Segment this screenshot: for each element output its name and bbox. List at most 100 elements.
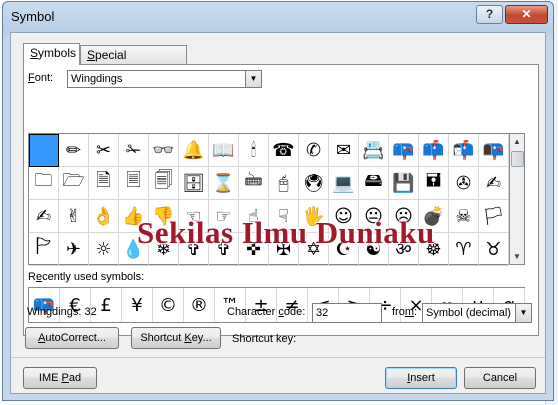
symbol-cell[interactable]: 🔔 — [179, 134, 209, 167]
symbol-cell[interactable]: 📬 — [449, 134, 479, 167]
symbol-cell[interactable]: ☝ — [239, 200, 269, 233]
tab-symbols[interactable]: Symbols — [23, 43, 80, 65]
symbol-cell[interactable]: ☼ — [89, 233, 119, 266]
symbol-cell[interactable]: ✏ — [59, 134, 89, 167]
symbol-cell[interactable]: 🕯 — [239, 134, 269, 167]
symbol-cell[interactable]: ✉ — [329, 134, 359, 167]
symbol-cell[interactable]: 🗎 — [89, 167, 119, 200]
tab-label: ymbols — [38, 46, 77, 60]
symbol-cell[interactable]: 🗄 — [179, 167, 209, 200]
font-label: Font: — [28, 72, 54, 84]
autocorrect-button[interactable]: AutoCorrect... — [25, 327, 119, 349]
symbol-cell[interactable]: ✇ — [449, 167, 479, 200]
symbol-cell[interactable]: 😐 — [359, 200, 389, 233]
symbol-cell[interactable]: ✞ — [209, 233, 239, 266]
scroll-thumb[interactable] — [511, 151, 524, 167]
symbol-cell[interactable]: 📪 — [389, 134, 419, 167]
symbol-cell[interactable]: 👎 — [149, 200, 179, 233]
from-combobox[interactable]: Symbol (decimal) ▼ — [422, 303, 532, 323]
symbol-cell[interactable]: 🗏 — [119, 167, 149, 200]
symbol-cell[interactable]: ☜ — [179, 200, 209, 233]
symbol-cell[interactable]: ☞ — [209, 200, 239, 233]
title-bar[interactable]: Symbol ? ✕ — [3, 2, 553, 32]
recent-symbol-cell[interactable]: ¥ — [122, 288, 153, 322]
symbol-cell[interactable]: 🗁 — [59, 167, 89, 200]
symbol-cell[interactable]: ✠ — [269, 233, 299, 266]
symbol-cell[interactable]: 📭 — [479, 134, 509, 167]
window-title: Symbol — [11, 9, 55, 24]
symbol-cell[interactable]: ☎ — [269, 134, 299, 167]
scroll-up-icon[interactable]: ▲ — [510, 134, 524, 149]
from-label: from: — [392, 306, 418, 318]
font-value: Wingdings — [71, 73, 123, 85]
symbol-cell[interactable]: 👓 — [149, 134, 179, 167]
symbol-cell[interactable]: ✡ — [299, 233, 329, 266]
symbol-cell[interactable]: 📖 — [209, 134, 239, 167]
symbol-cell[interactable]: 🖮 — [239, 167, 269, 200]
symbol-cell-selected[interactable] — [29, 134, 59, 167]
font-combobox[interactable]: Wingdings ▼ — [67, 70, 262, 88]
status-text: Wingdings: 32 — [27, 306, 97, 318]
symbol-cell[interactable]: 👍 — [119, 200, 149, 233]
symbol-cell[interactable]: ✞ — [179, 233, 209, 266]
shortcut-key-button[interactable]: Shortcut Key... — [131, 327, 221, 349]
symbol-cell[interactable]: ☯ — [359, 233, 389, 266]
symbol-cell[interactable]: ✆ — [299, 134, 329, 167]
symbol-cell[interactable]: 🏱 — [29, 233, 59, 266]
symbol-cell[interactable]: ✌ — [59, 200, 89, 233]
symbol-cell[interactable]: 📫 — [419, 134, 449, 167]
symbol-cell[interactable]: 🖐 — [299, 200, 329, 233]
symbol-cell[interactable]: 💣 — [419, 200, 449, 233]
symbol-cell[interactable]: ☪ — [329, 233, 359, 266]
recent-symbol-cell[interactable]: ® — [184, 288, 215, 322]
symbol-cell[interactable]: 🏳 — [479, 200, 509, 233]
symbol-grid-scrollbar[interactable]: ▲ ▼ — [510, 133, 525, 265]
tab-special-characters[interactable]: Special Characters — [80, 45, 187, 81]
symbol-cell[interactable]: 👌 — [89, 200, 119, 233]
symbol-dialog: Symbol ? ✕ Symbols Special Characters Fo… — [2, 1, 554, 401]
symbol-cell[interactable]: 📇 — [359, 134, 389, 167]
symbol-cell[interactable]: 🖴 — [359, 167, 389, 200]
symbol-cell[interactable]: ♉ — [479, 233, 509, 266]
symbol-cell[interactable]: ✂ — [89, 134, 119, 167]
chevron-down-icon[interactable]: ▼ — [245, 71, 261, 87]
symbol-cell[interactable]: 💾 — [389, 167, 419, 200]
ime-pad-button[interactable]: IME Pad — [23, 367, 97, 389]
help-button[interactable]: ? — [476, 5, 503, 24]
close-button[interactable]: ✕ — [505, 5, 548, 24]
symbol-cell[interactable]: ☺ — [329, 200, 359, 233]
symbol-cell[interactable]: ☟ — [269, 200, 299, 233]
dialog-client-area: Symbols Special Characters Font: Wingdin… — [10, 32, 546, 394]
symbol-cell[interactable]: ✍ — [29, 200, 59, 233]
symbol-cell[interactable]: ॐ — [389, 233, 419, 266]
recent-symbol-cell[interactable]: © — [153, 288, 184, 322]
symbol-cell[interactable]: 💻 — [329, 167, 359, 200]
symbol-cell[interactable]: 🗀 — [29, 167, 59, 200]
symbol-cell[interactable]: ☠ — [449, 200, 479, 233]
symbol-cell[interactable]: 🖰 — [269, 167, 299, 200]
character-code-field[interactable]: 32 — [312, 303, 382, 323]
symbol-cell[interactable]: ✜ — [239, 233, 269, 266]
symbol-cell[interactable]: ☹ — [389, 200, 419, 233]
symbol-cell[interactable]: ✁ — [119, 134, 149, 167]
symbol-cell[interactable]: ✍ — [479, 167, 509, 200]
symbol-cell[interactable]: ❄ — [149, 233, 179, 266]
insert-button[interactable]: Insert — [385, 367, 457, 389]
recently-used-label: Recently used symbols: — [28, 271, 145, 283]
character-code-label: Character code: — [227, 306, 306, 318]
scroll-down-icon[interactable]: ▼ — [510, 249, 524, 264]
from-value: Symbol (decimal) — [426, 307, 511, 319]
divider — [11, 357, 545, 358]
symbol-cell[interactable]: ☸ — [419, 233, 449, 266]
symbol-cell[interactable]: ⌛ — [209, 167, 239, 200]
chevron-down-icon[interactable]: ▼ — [515, 304, 531, 322]
symbol-cell[interactable]: 🖲 — [299, 167, 329, 200]
symbol-cell[interactable]: 💧 — [119, 233, 149, 266]
symbol-cell[interactable]: ✈ — [59, 233, 89, 266]
cancel-button[interactable]: Cancel — [464, 367, 536, 389]
symbol-grid[interactable]: ✏ ✂ ✁ 👓 🔔 📖 🕯 ☎ ✆ ✉ 📇 📪 📫 📬 📭 🗀 🗁 🗎 🗏 🗐 🗄 ⌛ 🖮 🖰 🖲 💻 🖴 💾 🖬 ✇ ✍ ✍ ✌ 👌 👍 👎 ☜ ☞ ☝ ☟… — [28, 133, 510, 266]
symbol-cell[interactable]: 🗐 — [149, 167, 179, 200]
symbol-cell[interactable]: ♈ — [449, 233, 479, 266]
symbols-panel: Font: Wingdings ▼ ✏ ✂ ✁ 👓 🔔 📖 🕯 ☎ ✆ ✉ 📇 📪 📫 📬 📭 🗀 🗁 🗎 🗏 🗐 🗄 ⌛… — [23, 64, 539, 336]
symbol-cell[interactable]: 🖬 — [419, 167, 449, 200]
